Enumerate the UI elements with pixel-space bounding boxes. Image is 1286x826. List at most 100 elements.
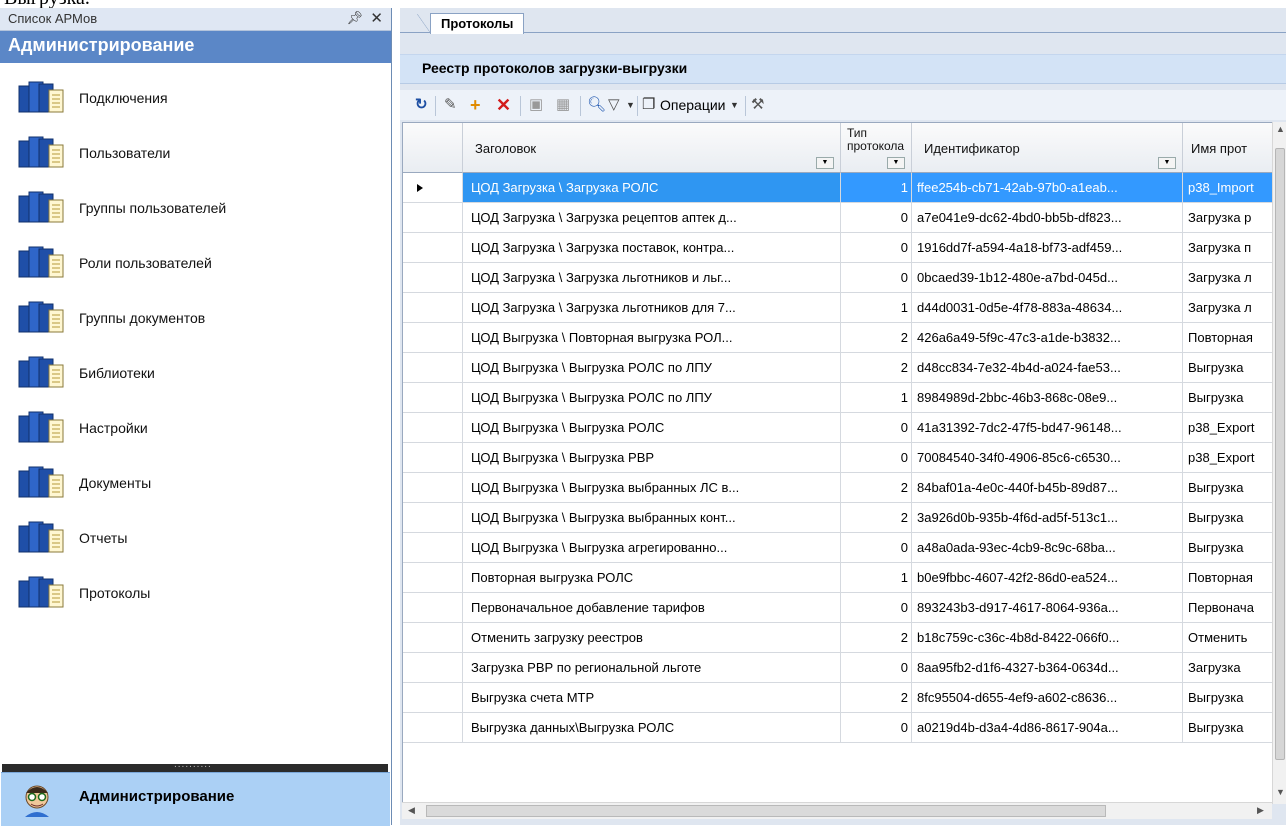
row-indicator[interactable] bbox=[403, 203, 463, 233]
table-cell[interactable]: 1 bbox=[841, 293, 912, 323]
table-cell[interactable]: 8aa95fb2-d1f6-4327-b364-0634d... bbox=[912, 653, 1183, 683]
table-cell[interactable]: Загрузка РВР по региональной льготе bbox=[463, 653, 841, 683]
tools-icon[interactable]: ⚒ bbox=[751, 95, 764, 115]
table-cell[interactable]: p38_Import bbox=[1183, 173, 1273, 203]
operations-icon[interactable]: ❐ bbox=[642, 95, 655, 115]
table-row[interactable]: Выгрузка данных\Выгрузка РОЛС 0 a0219d4b-d… bbox=[403, 713, 1273, 743]
table-cell[interactable]: ЦОД Выгрузка \ Выгрузка РОЛС по ЛПУ bbox=[463, 383, 841, 413]
table-row[interactable]: ЦОД Выгрузка \ Выгрузка РВР 0 70084540-34f… bbox=[403, 443, 1273, 473]
table-row[interactable]: ЦОД Выгрузка \ Выгрузка РОЛС по ЛПУ 1 8984… bbox=[403, 383, 1273, 413]
table-cell[interactable]: ЦОД Загрузка \ Загрузка льготников для 7… bbox=[463, 293, 841, 323]
nav-item[interactable]: Группы пользователей bbox=[0, 190, 390, 245]
table-cell[interactable]: 8984989d-2bbc-46b3-868c-08e9... bbox=[912, 383, 1183, 413]
table-cell[interactable]: Загрузка л bbox=[1183, 293, 1273, 323]
table-row[interactable]: ЦОД Выгрузка \ Выгрузка выбранных ЛС в..… bbox=[403, 473, 1273, 503]
table-cell[interactable]: 0 bbox=[841, 413, 912, 443]
table-cell[interactable]: 0 bbox=[841, 263, 912, 293]
table-row[interactable]: ЦОД Загрузка \ Загрузка льготников и льг… bbox=[403, 263, 1273, 293]
group-button-administration[interactable]: Администрирование bbox=[1, 772, 390, 826]
table-cell[interactable]: Выгрузка bbox=[1183, 503, 1273, 533]
table-cell[interactable]: 3a926d0b-935b-4f6d-ad5f-513c1... bbox=[912, 503, 1183, 533]
table-cell[interactable]: a7e041e9-dc62-4bd0-bb5b-df823... bbox=[912, 203, 1183, 233]
table-cell[interactable]: 2 bbox=[841, 353, 912, 383]
table-cell[interactable]: Выгрузка bbox=[1183, 713, 1273, 743]
table-row[interactable]: ЦОД Выгрузка \ Выгрузка РОЛС по ЛПУ 2 d48c… bbox=[403, 353, 1273, 383]
scroll-down-icon[interactable]: ▼ bbox=[1276, 787, 1285, 797]
table-cell[interactable]: 0 bbox=[841, 203, 912, 233]
table-cell[interactable]: Выгрузка данных\Выгрузка РОЛС bbox=[463, 713, 841, 743]
table-cell[interactable]: p38_Export bbox=[1183, 413, 1273, 443]
column-header-id[interactable]: Идентификатор ▼ bbox=[912, 123, 1183, 173]
table-cell[interactable]: 0 bbox=[841, 233, 912, 263]
table-cell[interactable]: Выгрузка bbox=[1183, 353, 1273, 383]
table-cell[interactable]: 0 bbox=[841, 653, 912, 683]
table-cell[interactable]: 893243b3-d917-4617-8064-936a... bbox=[912, 593, 1183, 623]
row-indicator[interactable] bbox=[403, 503, 463, 533]
table-row[interactable]: ЦОД Загрузка \ Загрузка РОЛС 1 ffee254b-cb… bbox=[403, 173, 1273, 203]
table-cell[interactable]: ЦОД Выгрузка \ Выгрузка агрегированно... bbox=[463, 533, 841, 563]
table-cell[interactable]: 1 bbox=[841, 563, 912, 593]
table-row[interactable]: ЦОД Загрузка \ Загрузка льготников для 7… bbox=[403, 293, 1273, 323]
table-cell[interactable]: 2 bbox=[841, 473, 912, 503]
row-indicator[interactable] bbox=[403, 473, 463, 503]
column-header-name[interactable]: Имя прот bbox=[1183, 123, 1273, 173]
horizontal-scroll-thumb[interactable] bbox=[426, 805, 1106, 817]
row-indicator[interactable] bbox=[403, 323, 463, 353]
table-cell[interactable]: Загрузка п bbox=[1183, 233, 1273, 263]
nav-item[interactable]: Документы bbox=[0, 465, 390, 520]
operations-dropdown-icon[interactable]: ▼ bbox=[730, 95, 739, 115]
table-cell[interactable]: 1916dd7f-a594-4a18-bf73-adf459... bbox=[912, 233, 1183, 263]
operations-menu[interactable]: Операции bbox=[660, 95, 726, 115]
table-cell[interactable]: 2 bbox=[841, 683, 912, 713]
table-cell[interactable]: 0 bbox=[841, 533, 912, 563]
edit-icon[interactable]: ✎ bbox=[444, 95, 457, 115]
table-row[interactable]: ЦОД Загрузка \ Загрузка рецептов аптек д… bbox=[403, 203, 1273, 233]
row-indicator[interactable] bbox=[403, 653, 463, 683]
scroll-left-icon[interactable]: ◀ bbox=[408, 805, 415, 816]
row-indicator[interactable] bbox=[403, 713, 463, 743]
nav-item[interactable]: Подключения bbox=[0, 80, 390, 135]
table-cell[interactable]: Первонача bbox=[1183, 593, 1273, 623]
table-cell[interactable]: ЦОД Загрузка \ Загрузка рецептов аптек д… bbox=[463, 203, 841, 233]
table-row[interactable]: Отменить загрузку реестров 2 b18c759c-c36c… bbox=[403, 623, 1273, 653]
table-row[interactable]: ЦОД Выгрузка \ Выгрузка выбранных конт..… bbox=[403, 503, 1273, 533]
table-row[interactable]: ЦОД Выгрузка \ Выгрузка РОЛС 0 41a31392-7d… bbox=[403, 413, 1273, 443]
row-indicator[interactable] bbox=[403, 173, 463, 203]
horizontal-scrollbar[interactable]: ◀ ▶ bbox=[402, 802, 1272, 819]
table-cell[interactable]: Повторная выгрузка РОЛС bbox=[463, 563, 841, 593]
find-icon[interactable]: 🔍︎ bbox=[587, 95, 606, 115]
table-cell[interactable]: 84baf01a-4e0c-440f-b45b-89d87... bbox=[912, 473, 1183, 503]
row-indicator[interactable] bbox=[403, 263, 463, 293]
table-cell[interactable]: d44d0031-0d5e-4f78-883a-48634... bbox=[912, 293, 1183, 323]
table-cell[interactable]: Отменить загрузку реестров bbox=[463, 623, 841, 653]
tab-protocols[interactable]: Протоколы bbox=[416, 13, 525, 34]
column-filter-icon[interactable]: ▼ bbox=[887, 157, 905, 169]
row-indicator[interactable] bbox=[403, 683, 463, 713]
table-cell[interactable]: 1 bbox=[841, 173, 912, 203]
scroll-right-icon[interactable]: ▶ bbox=[1257, 805, 1264, 816]
table-cell[interactable]: Выгрузка bbox=[1183, 683, 1273, 713]
table-cell[interactable]: Первоначальное добавление тарифов bbox=[463, 593, 841, 623]
table-cell[interactable]: ЦОД Выгрузка \ Выгрузка РОЛС по ЛПУ bbox=[463, 353, 841, 383]
column-filter-icon[interactable]: ▼ bbox=[1158, 157, 1176, 169]
filter-dropdown-icon[interactable]: ▼ bbox=[626, 95, 635, 115]
nav-item[interactable]: Роли пользователей bbox=[0, 245, 390, 300]
table-row[interactable]: ЦОД Выгрузка \ Повторная выгрузка РОЛ...… bbox=[403, 323, 1273, 353]
group-header[interactable]: Администрирование bbox=[0, 31, 391, 63]
nav-item[interactable]: Протоколы bbox=[0, 575, 390, 630]
panel-splitter[interactable]: .......... bbox=[2, 759, 388, 772]
pin-icon[interactable]: 📌︎ bbox=[346, 10, 363, 26]
table-cell[interactable]: ЦОД Выгрузка \ Выгрузка выбранных конт..… bbox=[463, 503, 841, 533]
table-cell[interactable]: Повторная bbox=[1183, 563, 1273, 593]
table-cell[interactable]: a0219d4b-d3a4-4d86-8617-904a... bbox=[912, 713, 1183, 743]
table-cell[interactable]: p38_Export bbox=[1183, 443, 1273, 473]
table-cell[interactable]: ЦОД Выгрузка \ Повторная выгрузка РОЛ... bbox=[463, 323, 841, 353]
table-cell[interactable]: 1 bbox=[841, 383, 912, 413]
table-cell[interactable]: 0 bbox=[841, 713, 912, 743]
table-row[interactable]: Повторная выгрузка РОЛС 1 b0e9fbbc-4607-42… bbox=[403, 563, 1273, 593]
table-cell[interactable]: 426a6a49-5f9c-47c3-a1de-b3832... bbox=[912, 323, 1183, 353]
table-cell[interactable]: Выгрузка bbox=[1183, 473, 1273, 503]
row-indicator[interactable] bbox=[403, 533, 463, 563]
vertical-scroll-thumb[interactable] bbox=[1275, 148, 1285, 760]
table-row[interactable]: Выгрузка счета МТР 2 8fc95504-d655-4ef9-a6… bbox=[403, 683, 1273, 713]
